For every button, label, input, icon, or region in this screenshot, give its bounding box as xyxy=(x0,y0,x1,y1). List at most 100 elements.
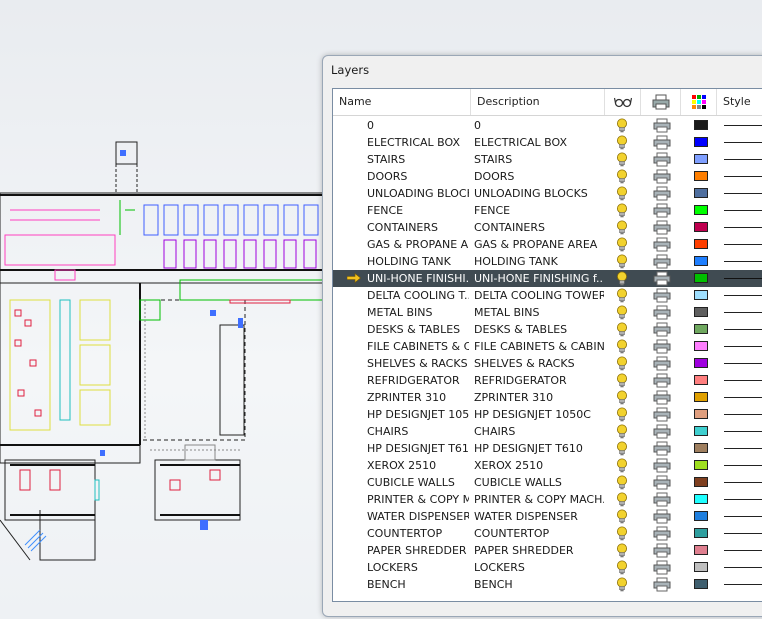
column-header-color[interactable] xyxy=(681,89,717,115)
lightbulb-icon[interactable] xyxy=(616,577,630,594)
layer-row[interactable]: XEROX 2510 XEROX 2510 xyxy=(333,457,762,474)
line-style-sample[interactable] xyxy=(724,533,762,534)
layer-description[interactable]: PAPER SHREDDER xyxy=(474,542,604,559)
line-style-sample[interactable] xyxy=(724,142,762,143)
layer-row[interactable]: 00 xyxy=(333,117,762,134)
layer-description[interactable]: CONTAINERS xyxy=(474,219,604,236)
printer-icon[interactable] xyxy=(653,220,671,237)
layer-row[interactable]: WATER DISPENSER WATER DISPENSER xyxy=(333,508,762,525)
printer-icon[interactable] xyxy=(653,135,671,152)
printer-icon[interactable] xyxy=(653,458,671,475)
lightbulb-icon[interactable] xyxy=(616,135,630,152)
printer-icon[interactable] xyxy=(653,543,671,560)
lightbulb-icon[interactable] xyxy=(616,220,630,237)
printer-icon[interactable] xyxy=(653,390,671,407)
line-style-sample[interactable] xyxy=(724,465,762,466)
layer-description[interactable]: DESKS & TABLES xyxy=(474,321,604,338)
layer-name[interactable]: ZPRINTER 310 xyxy=(367,389,469,406)
layer-row[interactable]: FENCE FENCE xyxy=(333,202,762,219)
printer-icon[interactable] xyxy=(653,441,671,458)
layer-color-swatch[interactable] xyxy=(694,562,708,572)
layer-name[interactable]: UNI-HONE FINISHI... xyxy=(367,270,469,287)
layer-description[interactable]: FENCE xyxy=(474,202,604,219)
line-style-sample[interactable] xyxy=(724,584,762,585)
layer-description[interactable]: GAS & PROPANE AREA xyxy=(474,236,604,253)
layer-name[interactable]: ELECTRICAL BOX xyxy=(367,134,469,151)
layer-color-swatch[interactable] xyxy=(694,137,708,147)
printer-icon[interactable] xyxy=(653,288,671,305)
layer-row[interactable]: FILE CABINETS & C... FILE CABINETS & CABI… xyxy=(333,338,762,355)
lightbulb-icon[interactable] xyxy=(616,169,630,186)
layer-name[interactable]: REFRIDGERATOR xyxy=(367,372,469,389)
layer-row[interactable]: CHAIRS CHAIRS xyxy=(333,423,762,440)
line-style-sample[interactable] xyxy=(724,295,762,296)
layer-description[interactable]: HOLDING TANK xyxy=(474,253,604,270)
layer-color-swatch[interactable] xyxy=(694,120,708,130)
layer-row[interactable]: GAS & PROPANE A... GAS & PROPANE AREA xyxy=(333,236,762,253)
line-style-sample[interactable] xyxy=(724,380,762,381)
layer-row[interactable]: CUBICLE WALLS CUBICLE WALLS xyxy=(333,474,762,491)
layer-description[interactable]: LOCKERS xyxy=(474,559,604,576)
layer-row[interactable]: HP DESIGNJET 1050C HP DESIGNJET 1050C xyxy=(333,406,762,423)
layer-description[interactable]: HP DESIGNJET T610 xyxy=(474,440,604,457)
lightbulb-icon[interactable] xyxy=(616,237,630,254)
layer-row[interactable]: DESKS & TABLES DESKS & TABLES xyxy=(333,321,762,338)
printer-icon[interactable] xyxy=(653,271,671,288)
line-style-sample[interactable] xyxy=(724,431,762,432)
layer-row[interactable]: CONTAINERS CONTAINERS xyxy=(333,219,762,236)
layer-color-swatch[interactable] xyxy=(694,511,708,521)
column-header-style[interactable]: Style xyxy=(717,89,762,115)
layer-description[interactable]: ZPRINTER 310 xyxy=(474,389,604,406)
lightbulb-icon[interactable] xyxy=(616,407,630,424)
layer-row[interactable]: COUNTERTOP COUNTERTOP xyxy=(333,525,762,542)
layer-row[interactable]: DOORS DOORS xyxy=(333,168,762,185)
layer-description[interactable]: DOORS xyxy=(474,168,604,185)
line-style-sample[interactable] xyxy=(724,244,762,245)
layer-description[interactable]: UNLOADING BLOCKS xyxy=(474,185,604,202)
layer-name[interactable]: LOCKERS xyxy=(367,559,469,576)
line-style-sample[interactable] xyxy=(724,414,762,415)
layer-name[interactable]: HP DESIGNJET 1050C xyxy=(367,406,469,423)
layer-name[interactable]: PAPER SHREDDER xyxy=(367,542,469,559)
line-style-sample[interactable] xyxy=(724,159,762,160)
layer-name[interactable]: STAIRS xyxy=(367,151,469,168)
layer-color-swatch[interactable] xyxy=(694,256,708,266)
lightbulb-icon[interactable] xyxy=(616,203,630,220)
layer-color-swatch[interactable] xyxy=(694,239,708,249)
layer-color-swatch[interactable] xyxy=(694,545,708,555)
cad-canvas[interactable] xyxy=(0,0,330,619)
printer-icon[interactable] xyxy=(653,356,671,373)
line-style-sample[interactable] xyxy=(724,448,762,449)
printer-icon[interactable] xyxy=(653,407,671,424)
layer-name[interactable]: DELTA COOLING T... xyxy=(367,287,469,304)
line-style-sample[interactable] xyxy=(724,261,762,262)
layers-list[interactable]: Name Description Style 0 0 ELECTRICAL BO… xyxy=(332,88,762,602)
lightbulb-icon[interactable] xyxy=(616,152,630,169)
lightbulb-icon[interactable] xyxy=(616,509,630,526)
lightbulb-icon[interactable] xyxy=(616,356,630,373)
line-style-sample[interactable] xyxy=(724,363,762,364)
layer-name[interactable]: WATER DISPENSER xyxy=(367,508,469,525)
layer-description[interactable]: ELECTRICAL BOX xyxy=(474,134,604,151)
layer-row[interactable]: UNI-HONE FINISHI... UNI-HONE FINISHING f.… xyxy=(333,270,762,287)
lightbulb-icon[interactable] xyxy=(616,373,630,390)
printer-icon[interactable] xyxy=(653,237,671,254)
layer-description[interactable]: DELTA COOLING TOWERS xyxy=(474,287,604,304)
printer-icon[interactable] xyxy=(653,305,671,322)
line-style-sample[interactable] xyxy=(724,397,762,398)
lightbulb-icon[interactable] xyxy=(616,339,630,356)
layer-name[interactable]: DOORS xyxy=(367,168,469,185)
layer-description[interactable]: WATER DISPENSER xyxy=(474,508,604,525)
line-style-sample[interactable] xyxy=(724,346,762,347)
layer-row[interactable]: REFRIDGERATOR REFRIDGERATOR xyxy=(333,372,762,389)
layer-description[interactable]: COUNTERTOP xyxy=(474,525,604,542)
layer-color-swatch[interactable] xyxy=(694,205,708,215)
line-style-sample[interactable] xyxy=(724,278,762,279)
layer-color-swatch[interactable] xyxy=(694,579,708,589)
printer-icon[interactable] xyxy=(653,152,671,169)
layer-row[interactable]: STAIRS STAIRS xyxy=(333,151,762,168)
layer-color-swatch[interactable] xyxy=(694,409,708,419)
line-style-sample[interactable] xyxy=(724,567,762,568)
layer-color-swatch[interactable] xyxy=(694,307,708,317)
layer-color-swatch[interactable] xyxy=(694,460,708,470)
